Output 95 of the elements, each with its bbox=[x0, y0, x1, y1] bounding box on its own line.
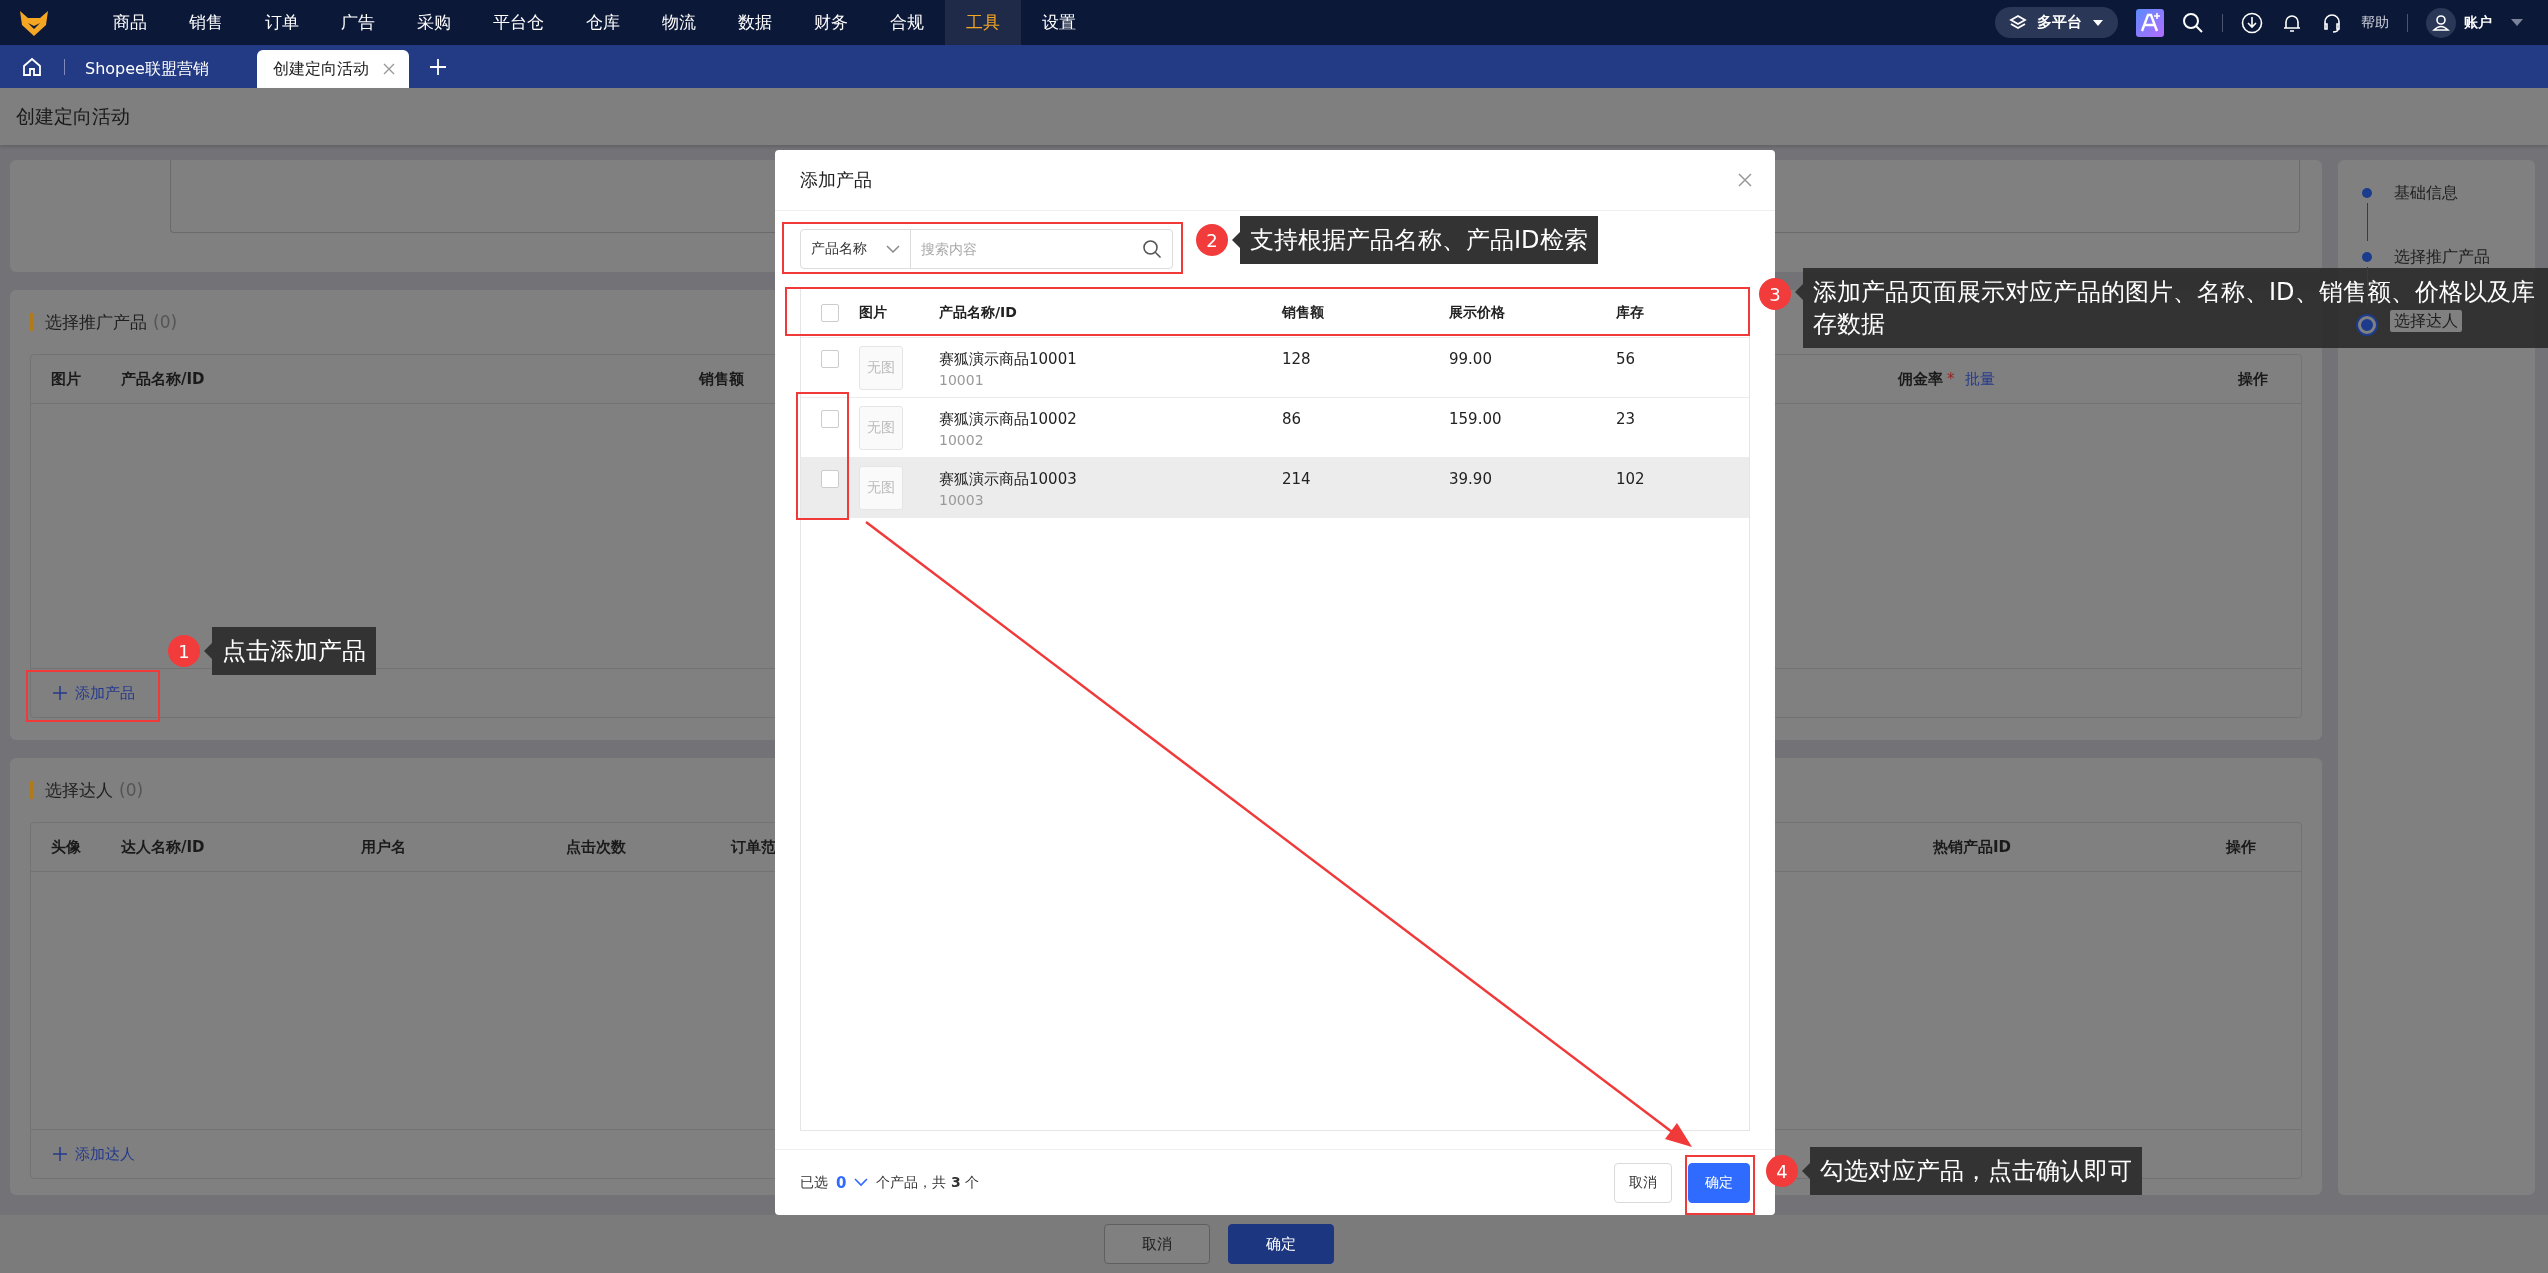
column-header: 达人名称/ID bbox=[121, 837, 205, 857]
column-header: 头像 bbox=[51, 837, 81, 857]
step-label[interactable]: 选择达人 bbox=[2390, 310, 2462, 332]
close-icon[interactable] bbox=[382, 63, 395, 75]
column-header: 用户名 bbox=[361, 837, 406, 857]
platform-selector[interactable]: 多平台 bbox=[1995, 7, 2118, 38]
nav-menu-item[interactable]: 仓库 bbox=[565, 0, 641, 45]
caret-down-icon[interactable] bbox=[2510, 18, 2524, 27]
nav-menu-item[interactable]: 平台仓 bbox=[472, 0, 565, 45]
help-link[interactable]: 帮助 bbox=[2361, 13, 2389, 32]
column-header: 销售额 bbox=[1282, 304, 1325, 322]
table-cell: 128 bbox=[1282, 350, 1311, 368]
column-header: 产品名称/ID bbox=[121, 369, 205, 389]
image-placeholder: 无图 bbox=[859, 406, 903, 450]
required-asterisk: * bbox=[1947, 370, 1955, 388]
page-tab[interactable]: Shopee联盟营销 bbox=[85, 50, 227, 88]
avatar-icon[interactable] bbox=[2426, 7, 2456, 38]
nav-menu-item[interactable]: 销售 bbox=[168, 0, 244, 45]
row-checkbox[interactable] bbox=[821, 350, 839, 368]
page-tab[interactable]: 创建定向活动 bbox=[256, 50, 409, 88]
add-tab-icon[interactable] bbox=[428, 57, 447, 76]
column-header: 操作 bbox=[2238, 369, 2268, 389]
plus-icon bbox=[53, 1147, 67, 1161]
nav-menu-item[interactable]: 广告 bbox=[320, 0, 396, 45]
table-row[interactable]: 无图 赛狐演示商品10003 10003 214 39.90 102 bbox=[801, 458, 1749, 518]
row-checkbox[interactable] bbox=[821, 410, 839, 428]
fox-logo-icon[interactable] bbox=[18, 8, 50, 37]
headset-icon[interactable] bbox=[2321, 11, 2343, 34]
nav-menu-item[interactable]: 数据 bbox=[717, 0, 793, 45]
product-id: 10001 bbox=[939, 372, 985, 388]
page-title: 创建定向活动 bbox=[16, 103, 130, 129]
column-header: 操作 bbox=[2226, 837, 2256, 857]
dialog-button[interactable]: 确定 bbox=[1688, 1162, 1750, 1203]
footer-button[interactable]: 取消 bbox=[1104, 1224, 1210, 1264]
highlight-frame bbox=[1685, 1155, 1755, 1215]
table-cell: 159.00 bbox=[1449, 410, 1502, 428]
ai-icon[interactable] bbox=[2136, 8, 2164, 37]
column-header: 产品名称/ID bbox=[939, 304, 1018, 322]
layers-icon bbox=[2009, 13, 2027, 32]
table-cell: 102 bbox=[1616, 470, 1645, 488]
product-name: 赛狐演示商品10003 bbox=[939, 470, 1078, 489]
nav-menu-item[interactable]: 财务 bbox=[793, 0, 869, 45]
section-title: 选择推广产品 bbox=[45, 310, 147, 334]
close-icon[interactable] bbox=[1737, 172, 1753, 188]
search-icon[interactable] bbox=[1142, 239, 1162, 259]
selected-count[interactable]: 0 bbox=[836, 1173, 847, 1192]
nav-menu-item[interactable]: 合规 bbox=[869, 0, 945, 45]
selection-summary: 个产品，共 3 个 bbox=[876, 1173, 980, 1192]
chevron-down-icon bbox=[886, 244, 900, 254]
product-name: 赛狐演示商品10001 bbox=[939, 350, 1078, 369]
table-cell: 39.90 bbox=[1449, 470, 1492, 488]
product-id: 10002 bbox=[939, 432, 985, 448]
callout-tooltip: 支持根据产品名称、产品ID检索 bbox=[1232, 216, 1598, 264]
select-all-checkbox[interactable] bbox=[821, 304, 839, 322]
image-placeholder: 无图 bbox=[859, 466, 903, 510]
search-icon[interactable] bbox=[2182, 11, 2204, 34]
nav-menu-item[interactable]: 设置 bbox=[1021, 0, 1097, 45]
image-placeholder: 无图 bbox=[859, 346, 903, 390]
selected-label: 已选 bbox=[800, 1173, 828, 1192]
nav-menu-item[interactable]: 采购 bbox=[396, 0, 472, 45]
search-field[interactable]: 产品名称 搜索内容 bbox=[800, 229, 1173, 269]
table-cell: 99.00 bbox=[1449, 350, 1492, 368]
column-header: 佣金率 bbox=[1898, 369, 1943, 389]
nav-menu-item[interactable]: 物流 bbox=[641, 0, 717, 45]
product-name: 赛狐演示商品10002 bbox=[939, 410, 1078, 429]
nav-menu-item[interactable]: 订单 bbox=[244, 0, 320, 45]
footer-button[interactable]: 确定 bbox=[1228, 1224, 1334, 1264]
column-header: 热销产品ID bbox=[1933, 837, 2012, 857]
table-cell: 23 bbox=[1616, 410, 1636, 428]
dialog-button[interactable]: 取消 bbox=[1614, 1162, 1672, 1203]
callout-tooltip: 点击添加产品 bbox=[204, 627, 376, 675]
row-checkbox[interactable] bbox=[821, 470, 839, 488]
column-header: 点击次数 bbox=[566, 837, 626, 857]
dialog-title: 添加产品 bbox=[800, 168, 872, 192]
chevron-down-icon[interactable] bbox=[854, 1178, 869, 1187]
home-icon[interactable] bbox=[22, 56, 42, 77]
plus-icon bbox=[53, 686, 67, 700]
column-header: 展示价格 bbox=[1449, 304, 1506, 322]
table-cell: 86 bbox=[1282, 410, 1302, 428]
nav-menu-item[interactable]: 工具 bbox=[945, 0, 1021, 45]
table-cell: 56 bbox=[1616, 350, 1636, 368]
column-header: 库存 bbox=[1616, 304, 1645, 322]
nav-menu-item[interactable]: 商品 bbox=[92, 0, 168, 45]
callout-tooltip: 勾选对应产品，点击确认即可 bbox=[1802, 1147, 2142, 1195]
caret-down-icon bbox=[2092, 18, 2104, 27]
column-header: 图片 bbox=[859, 304, 888, 322]
table-cell: 214 bbox=[1282, 470, 1311, 488]
section-title: 选择达人 bbox=[45, 778, 113, 802]
download-icon[interactable] bbox=[2241, 11, 2263, 34]
column-header: 订单范 bbox=[731, 837, 776, 857]
column-header: 销售额 bbox=[699, 369, 744, 389]
column-header: 图片 bbox=[51, 369, 81, 389]
table-row[interactable]: 无图 赛狐演示商品10001 10001 128 99.00 56 bbox=[801, 338, 1749, 398]
product-id: 10003 bbox=[939, 492, 985, 508]
account-menu[interactable]: 账户 bbox=[2464, 13, 2492, 32]
